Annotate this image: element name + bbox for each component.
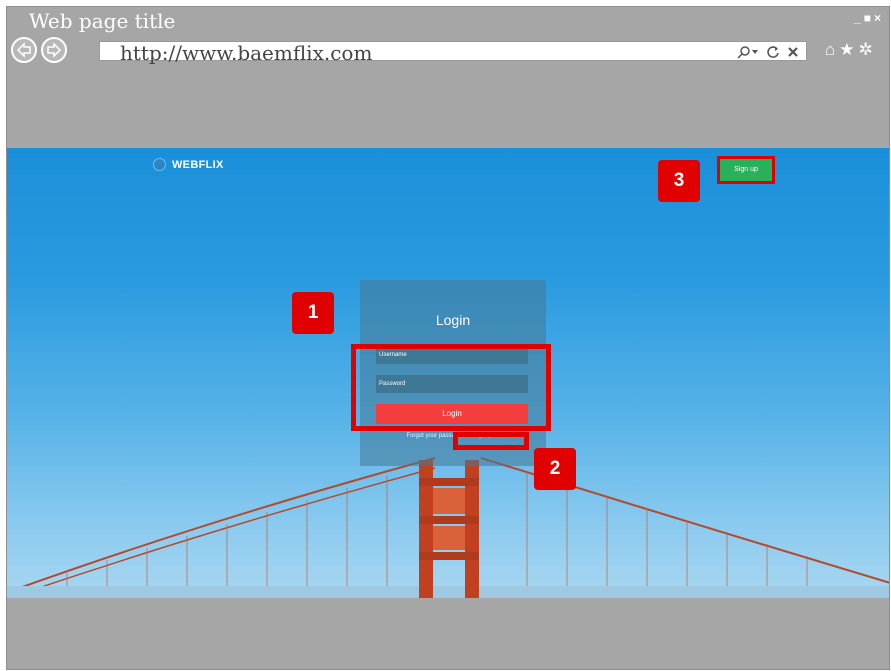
home-icon[interactable]: ⌂: [825, 40, 835, 60]
highlight-box-forgot-link: [453, 432, 529, 450]
site-logo[interactable]: WEBFLIX: [153, 158, 224, 171]
browser-window: Web page title _ ■ × http://www.baemflix…: [6, 6, 890, 670]
window-title: Web page title: [29, 9, 176, 33]
close-icon[interactable]: ×: [874, 11, 881, 25]
address-url[interactable]: http://www.baemflix.com: [120, 41, 372, 65]
login-title: Login: [435, 312, 471, 328]
forward-arrow-icon: [47, 42, 62, 58]
annotation-badge-1: 1: [292, 292, 334, 334]
signup-button[interactable]: Sign up: [717, 156, 775, 184]
search-dropdown-icon[interactable]: [736, 45, 760, 59]
forward-button[interactable]: [41, 37, 67, 63]
maximize-icon[interactable]: ■: [864, 11, 871, 25]
web-page-viewport: WEBFLIX Sign up Login Username Password …: [7, 148, 889, 598]
browser-toolbar-icons: ⌂ ★ ✲: [825, 40, 873, 60]
window-controls: _ ■ ×: [854, 11, 881, 25]
address-bar-icons: [736, 42, 800, 62]
webflix-logo-icon: [153, 158, 166, 171]
annotation-badge-3: 3: [658, 160, 700, 202]
back-button[interactable]: [11, 37, 37, 63]
address-bar[interactable]: http://www.baemflix.com: [99, 41, 807, 65]
brand-name: WEBFLIX: [172, 158, 224, 171]
refresh-icon[interactable]: [766, 45, 780, 59]
settings-icon[interactable]: ✲: [859, 40, 873, 60]
highlight-box-login-form: [351, 344, 551, 431]
back-arrow-icon: [16, 42, 31, 58]
annotation-badge-2: 2: [534, 448, 576, 490]
favorites-icon[interactable]: ★: [839, 40, 854, 60]
minimize-icon[interactable]: _: [854, 11, 861, 25]
stop-icon[interactable]: [786, 45, 800, 59]
